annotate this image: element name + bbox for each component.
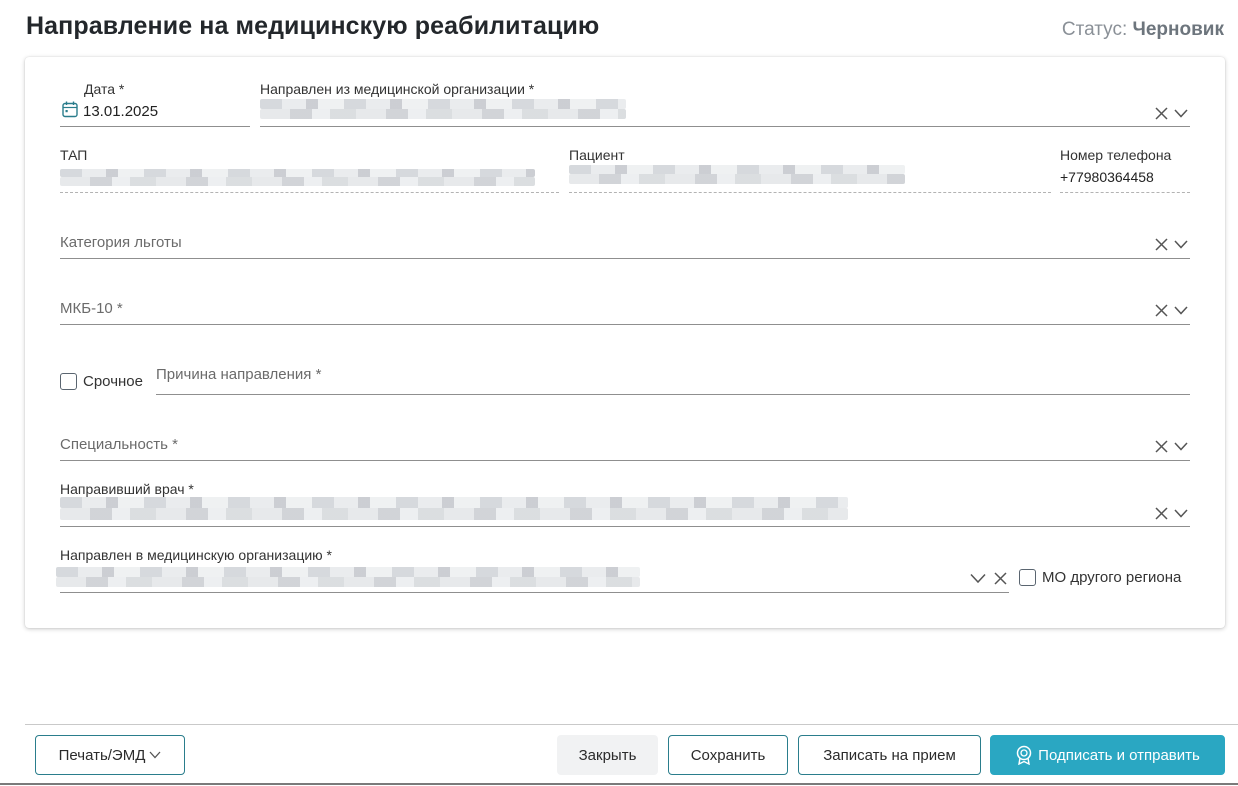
specialty-select[interactable]: Специальность * <box>60 429 1190 461</box>
window-bottom-border <box>0 783 1238 785</box>
tap-field: ТАП <box>60 145 559 193</box>
date-value: 13.01.2025 <box>83 103 159 120</box>
patient-field: Пациент <box>569 145 1051 193</box>
phone-label: Номер телефона <box>1060 147 1172 163</box>
icd10-placeholder: МКБ-10 * <box>60 300 123 317</box>
redacted-value <box>60 177 535 186</box>
redacted-value <box>56 577 640 587</box>
reason-input[interactable]: Причина направления * <box>156 359 1190 395</box>
page-title: Направление на медицинскую реабилитацию <box>26 12 600 40</box>
specialty-placeholder: Специальность * <box>60 436 178 453</box>
close-button[interactable]: Закрыть <box>557 735 658 775</box>
benefit-category-placeholder: Категория льготы <box>60 234 182 251</box>
date-label: Дата * <box>84 81 125 97</box>
redacted-value <box>569 174 905 184</box>
sign-and-send-label: Подписать и отправить <box>1038 746 1200 764</box>
status-label: Статус: <box>1061 19 1128 40</box>
referred-from-select[interactable]: Направлен из медицинской организации * <box>260 79 1190 127</box>
urgent-checkbox[interactable] <box>60 373 77 390</box>
redacted-value <box>569 165 905 174</box>
chevron-down-icon[interactable] <box>1174 109 1188 118</box>
benefit-category-select[interactable]: Категория льготы <box>60 227 1190 259</box>
patient-label: Пациент <box>569 147 625 163</box>
reason-placeholder: Причина направления * <box>156 366 322 383</box>
clear-icon[interactable] <box>1155 107 1168 120</box>
chevron-down-icon[interactable] <box>1174 509 1188 518</box>
status-indicator: Статус: Черновик <box>1062 19 1224 41</box>
clear-icon[interactable] <box>1155 440 1168 453</box>
urgent-label[interactable]: Срочное <box>83 373 143 390</box>
book-appointment-button[interactable]: Записать на прием <box>798 735 981 775</box>
status-badge: Черновик <box>1132 19 1224 40</box>
referred-to-select[interactable]: Направлен в медицинскую организацию * <box>56 545 1009 593</box>
referred-to-label: Направлен в медицинскую организацию * <box>60 547 332 563</box>
clear-icon[interactable] <box>1155 507 1168 520</box>
print-emd-label: Печать/ЭМД <box>58 746 146 764</box>
save-button[interactable]: Сохранить <box>668 735 788 775</box>
tap-label: ТАП <box>60 147 88 163</box>
calendar-icon[interactable] <box>62 101 78 123</box>
chevron-down-icon[interactable] <box>1174 442 1188 451</box>
clear-icon[interactable] <box>994 572 1007 585</box>
redacted-value <box>60 508 848 520</box>
clear-icon[interactable] <box>1155 304 1168 317</box>
referring-doctor-select[interactable]: Направивший врач * <box>60 479 1190 527</box>
redacted-value <box>56 567 640 577</box>
sign-and-send-button[interactable]: Подписать и отправить <box>990 735 1225 775</box>
redacted-value <box>60 497 848 508</box>
icd10-select[interactable]: МКБ-10 * <box>60 293 1190 325</box>
footer-divider <box>25 724 1238 725</box>
redacted-value <box>260 99 626 109</box>
chevron-down-icon <box>149 751 161 759</box>
chevron-down-icon[interactable] <box>1174 306 1188 315</box>
chevron-down-icon[interactable] <box>1174 240 1188 249</box>
seal-icon <box>1015 745 1033 765</box>
checkmark-icon[interactable] <box>970 573 986 584</box>
print-emd-button[interactable]: Печать/ЭМД <box>35 735 185 775</box>
other-region-checkbox[interactable] <box>1019 569 1036 586</box>
referring-doctor-label: Направивший врач * <box>60 481 194 497</box>
other-region-label[interactable]: МО другого региона <box>1042 569 1181 586</box>
clear-icon[interactable] <box>1155 238 1168 251</box>
referred-from-label: Направлен из медицинской организации * <box>260 81 535 97</box>
redacted-value <box>260 109 626 119</box>
date-field[interactable]: Дата * 13.01.2025 <box>60 79 250 127</box>
phone-value: +77980364458 <box>1060 169 1154 185</box>
phone-field: Номер телефона +77980364458 <box>1060 145 1190 193</box>
redacted-value <box>60 169 535 177</box>
referral-form-card: Дата * 13.01.2025 Направлен из медицинск… <box>25 57 1225 628</box>
